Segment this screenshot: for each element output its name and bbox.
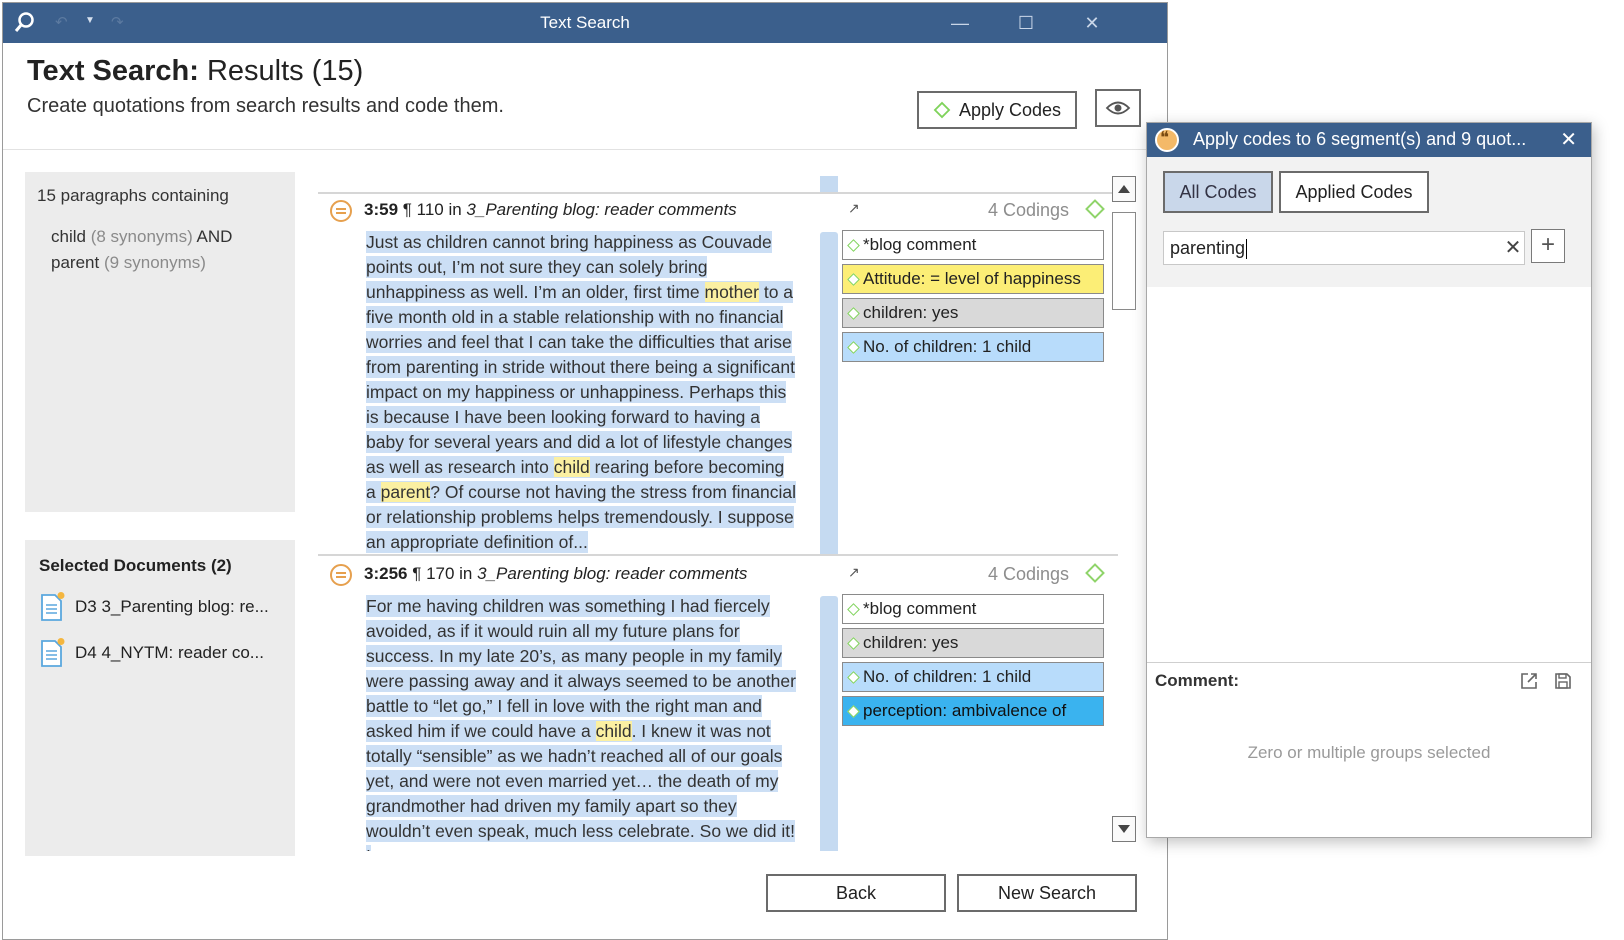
code-diamond-icon[interactable]	[1085, 199, 1105, 219]
close-icon[interactable]: ✕	[1560, 127, 1577, 152]
document-label: D4 4_NYTM: reader co...	[75, 643, 264, 662]
search-hit: child	[595, 721, 632, 741]
summary-line: 15 paragraphs containing	[37, 186, 229, 205]
code-diamond-icon[interactable]	[1085, 563, 1105, 583]
minimize-icon[interactable]: —	[937, 3, 983, 43]
result-header: 3:256 ¶ 170 in 3_Parenting blog: reader …	[318, 558, 1118, 592]
text-caret	[1246, 239, 1248, 260]
back-button[interactable]: Back	[766, 874, 946, 912]
code-chip[interactable]: Attitude: = level of happiness	[842, 264, 1104, 294]
code-chip[interactable]: children: yes	[842, 298, 1104, 328]
result-divider	[318, 554, 1118, 556]
document-item[interactable]: D3 3_Parenting blog: re...	[39, 592, 281, 622]
apply-codes-dialog: Apply codes to 6 segment(s) and 9 quot..…	[1146, 122, 1592, 838]
code-chip[interactable]: No. of children: 1 child	[842, 332, 1104, 362]
quotation-highlight: Just as children cannot bring happiness …	[366, 231, 796, 553]
page-subtitle: Create quotations from search results an…	[27, 95, 504, 117]
close-icon[interactable]: ✕	[1069, 3, 1115, 43]
quotation-icon	[330, 200, 352, 222]
window-title: Text Search	[540, 13, 630, 32]
code-chip[interactable]: children: yes	[842, 628, 1104, 658]
clear-icon[interactable]: ✕	[1501, 231, 1525, 265]
result-top-fragment	[318, 176, 1118, 192]
result-reference: 3:59 ¶ 110 in 3_Parenting blog: reader c…	[364, 200, 737, 219]
tab-all-codes[interactable]: All Codes	[1163, 171, 1273, 213]
open-arrow-icon[interactable]: ↗	[848, 564, 860, 581]
scrollbar-thumb[interactable]	[1112, 212, 1136, 310]
code-search-input[interactable]: parenting	[1163, 231, 1525, 265]
comment-placeholder: Zero or multiple groups selected	[1247, 743, 1491, 762]
quotation-icon	[1155, 128, 1179, 152]
result-reference: 3:256 ¶ 170 in 3_Parenting blog: reader …	[364, 564, 748, 583]
document-icon	[41, 592, 65, 621]
result-codes: *blog comment children: yes No. of childre…	[842, 594, 1104, 730]
add-icon[interactable]: +	[1531, 229, 1565, 263]
search-hit: child	[553, 457, 590, 477]
preview-toggle-button[interactable]	[1095, 89, 1141, 127]
search-hit: parent	[380, 482, 431, 502]
term-parent: parent	[51, 253, 100, 272]
document-item[interactable]: D4 4_NYTM: reader co...	[39, 638, 281, 668]
text-segment: For me having children was something I h…	[366, 596, 796, 741]
code-chip[interactable]: *blog comment	[842, 594, 1104, 624]
text-segment: to a five month old in a stable relation…	[366, 282, 795, 477]
result-item[interactable]: 3:256 ¶ 170 in 3_Parenting blog: reader …	[318, 558, 1118, 851]
result-codes: *blog comment Attitude: = level of happin…	[842, 230, 1104, 366]
result-header: 3:59 ¶ 110 in 3_Parenting blog: reader c…	[318, 194, 1118, 228]
maximize-icon[interactable]: ☐	[1003, 3, 1049, 43]
new-search-button[interactable]: New Search	[957, 874, 1137, 912]
dialog-titlebar: Apply codes to 6 segment(s) and 9 quot..…	[1147, 123, 1591, 157]
window-titlebar: ↶ ▼ ↷ Text Search — ☐ ✕	[3, 3, 1167, 43]
codings-count: 4 Codings	[988, 564, 1070, 584]
search-terms: child (8 synonyms) AND parent (9 synonym…	[37, 224, 283, 276]
coding-bar	[820, 176, 838, 192]
code-diamond-icon	[933, 101, 951, 119]
coding-bar	[820, 232, 838, 554]
scroll-down-icon[interactable]	[1112, 816, 1136, 842]
apply-codes-button[interactable]: Apply Codes	[917, 91, 1077, 129]
search-value: parenting	[1170, 238, 1246, 258]
result-text[interactable]: Just as children cannot bring happiness …	[366, 230, 796, 555]
result-item[interactable]: 3:59 ¶ 110 in 3_Parenting blog: reader c…	[318, 194, 1118, 554]
search-results-list: 3:59 ¶ 110 in 3_Parenting blog: reader c…	[318, 176, 1118, 851]
quotation-icon	[330, 564, 352, 586]
document-label: D3 3_Parenting blog: re...	[75, 597, 269, 616]
save-icon[interactable]	[1553, 671, 1573, 691]
codings-count: 4 Codings	[988, 200, 1070, 220]
scroll-up-icon[interactable]	[1112, 176, 1136, 202]
open-arrow-icon[interactable]: ↗	[848, 200, 860, 217]
term-child: child	[51, 227, 86, 246]
result-text[interactable]: For me having children was something I h…	[366, 594, 796, 851]
tab-applied-codes[interactable]: Applied Codes	[1279, 171, 1429, 213]
code-chip[interactable]: *blog comment	[842, 230, 1104, 260]
quotation-highlight: For me having children was something I h…	[366, 595, 796, 851]
coding-bar	[820, 596, 838, 851]
header-divider	[3, 149, 1169, 150]
code-chip[interactable]: perception: ambivalence of	[842, 696, 1104, 726]
selected-documents-header: Selected Documents (2)	[39, 556, 232, 575]
page-title: Text Search: Results (15)	[27, 55, 364, 87]
apply-codes-label: Apply Codes	[958, 99, 1062, 120]
dialog-title: Apply codes to 6 segment(s) and 9 quot..…	[1193, 129, 1527, 149]
search-hit: mother	[704, 282, 759, 302]
text-segment: ? Of course not having the stress from f…	[366, 482, 796, 552]
eye-icon	[1105, 101, 1131, 115]
document-icon	[41, 638, 65, 667]
dialog-divider	[1147, 662, 1591, 663]
term-child-synonyms[interactable]: (8 synonyms)	[91, 227, 193, 246]
search-summary-panel: 15 paragraphs containing child (8 synony…	[25, 172, 295, 512]
boolean-operator: AND	[196, 227, 233, 246]
selected-documents-panel: Selected Documents (2) D3 3_Parenting bl…	[25, 540, 295, 856]
comment-label: Comment:	[1155, 671, 1240, 690]
term-parent-synonyms[interactable]: (9 synonyms)	[104, 253, 206, 272]
external-link-icon[interactable]	[1519, 671, 1539, 691]
code-chip[interactable]: No. of children: 1 child	[842, 662, 1104, 692]
